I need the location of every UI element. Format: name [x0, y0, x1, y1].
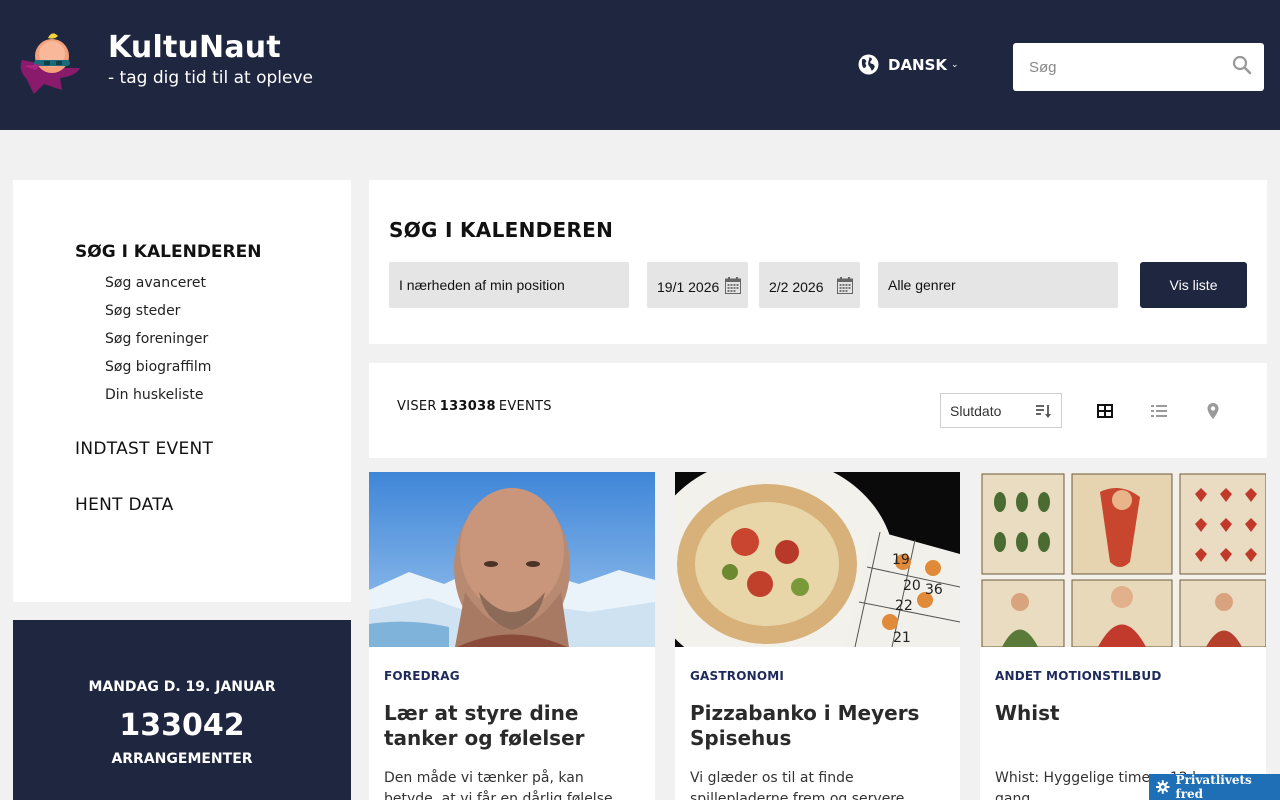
gear-icon: [1156, 780, 1170, 794]
event-card[interactable]: FOREDRAG Lær at styre dine tanker og føl…: [369, 472, 655, 800]
sidebar-item-watchlist[interactable]: Din huskeliste: [105, 387, 203, 403]
bingo-number: 22: [895, 598, 913, 614]
privacy-label: Privatlivets fred: [1175, 773, 1252, 800]
event-category[interactable]: GASTRONOMI: [690, 669, 784, 683]
chevron-down-icon: ⌄: [951, 59, 959, 70]
event-card[interactable]: ANDET MOTIONSTILBUD Whist Whist: Hyggeli…: [980, 472, 1266, 800]
results-count: VISER 133038 EVENTS: [397, 399, 552, 414]
date-from-field[interactable]: 19/1 2026: [647, 262, 748, 308]
event-category[interactable]: FOREDRAG: [384, 669, 460, 683]
search-icon[interactable]: [1232, 55, 1252, 75]
kultunaut-logo[interactable]: [14, 30, 88, 96]
sort-value: Slutdato: [950, 403, 1002, 419]
sidebar-heading-search-calendar[interactable]: SØG I KALENDEREN: [75, 242, 261, 262]
date-to-field[interactable]: 2/2 2026: [759, 262, 860, 308]
stats-label: ARRANGEMENTER: [111, 751, 253, 767]
sort-descending-icon: [1036, 405, 1051, 418]
date-to-value: 2/2 2026: [769, 279, 824, 295]
event-image-man-glacier[interactable]: [369, 472, 655, 647]
results-number: 133038: [439, 399, 496, 414]
event-title[interactable]: Lær at styre dine tanker og følelser: [384, 701, 634, 751]
privacy-settings-button[interactable]: Privatlivets fred: [1149, 773, 1280, 800]
event-title[interactable]: Pizzabanko i Meyers Spisehus: [690, 701, 940, 751]
bingo-number: 20: [903, 578, 921, 594]
panel-title: SØG I KALENDEREN: [389, 218, 614, 242]
sort-select[interactable]: Slutdato: [940, 393, 1062, 428]
show-list-button[interactable]: Vis liste: [1140, 262, 1247, 308]
genre-select[interactable]: Alle genrer: [878, 262, 1118, 308]
event-title[interactable]: Whist: [995, 701, 1245, 726]
bingo-number: 21: [893, 630, 911, 646]
grid-view-icon[interactable]: [1097, 403, 1113, 419]
calendar-icon[interactable]: [725, 277, 741, 294]
language-label: DANSK: [888, 55, 948, 74]
sidebar-item-submit-event[interactable]: INDTAST EVENT: [75, 439, 213, 459]
event-image-playing-cards[interactable]: [980, 472, 1266, 647]
search-input[interactable]: [1013, 43, 1223, 91]
sidebar-nav: SØG I KALENDEREN Søg avanceret Søg stede…: [13, 180, 351, 602]
sidebar-item-advanced-search[interactable]: Søg avanceret: [105, 275, 206, 291]
calendar-search-panel: SØG I KALENDEREN I nærheden af min posit…: [369, 180, 1267, 344]
stats-date: MANDAG D. 19. JANUAR: [88, 679, 276, 695]
date-from-value: 19/1 2026: [657, 279, 720, 295]
site-search: [1013, 43, 1264, 91]
site-header: KultuNaut - tag dig tid til at opleve DA…: [0, 0, 1280, 130]
bingo-number: 36: [925, 582, 943, 598]
sidebar-item-search-places[interactable]: Søg steder: [105, 303, 180, 319]
event-stats-box: MANDAG D. 19. JANUAR 133042 ARRANGEMENTE…: [13, 620, 351, 800]
event-description: Den måde vi tænker på, kan betyde, at vi…: [384, 770, 613, 800]
map-view-icon[interactable]: [1205, 403, 1221, 419]
language-selector[interactable]: DANSK ⌄: [858, 54, 959, 75]
sidebar-item-get-data[interactable]: HENT DATA: [75, 495, 174, 515]
stats-count: 133042: [119, 708, 245, 743]
site-title[interactable]: KultuNaut: [108, 30, 281, 65]
results-prefix: VISER: [397, 399, 437, 414]
results-toolbar: VISER 133038 EVENTS Slutdato: [369, 363, 1267, 458]
sidebar-item-search-associations[interactable]: Søg foreninger: [105, 331, 208, 347]
event-category[interactable]: ANDET MOTIONSTILBUD: [995, 669, 1161, 683]
event-description: Vi glæder os til at finde spillepladerne…: [690, 770, 905, 800]
event-card[interactable]: 19 20 36 22 21 GASTRONOMI Pizzabanko i M…: [675, 472, 960, 800]
genre-value: Alle genrer: [888, 277, 956, 293]
event-image-pizza-bingo[interactable]: 19 20 36 22 21: [675, 472, 960, 647]
location-value: I nærheden af min position: [399, 277, 565, 293]
location-select[interactable]: I nærheden af min position: [389, 262, 629, 308]
list-view-icon[interactable]: [1151, 403, 1167, 419]
results-suffix: EVENTS: [498, 399, 552, 414]
sidebar-item-search-films[interactable]: Søg biograffilm: [105, 359, 211, 375]
calendar-icon[interactable]: [837, 277, 853, 294]
site-tagline: - tag dig tid til at opleve: [108, 68, 314, 88]
bingo-number: 19: [892, 552, 910, 568]
globe-icon: [858, 54, 879, 75]
